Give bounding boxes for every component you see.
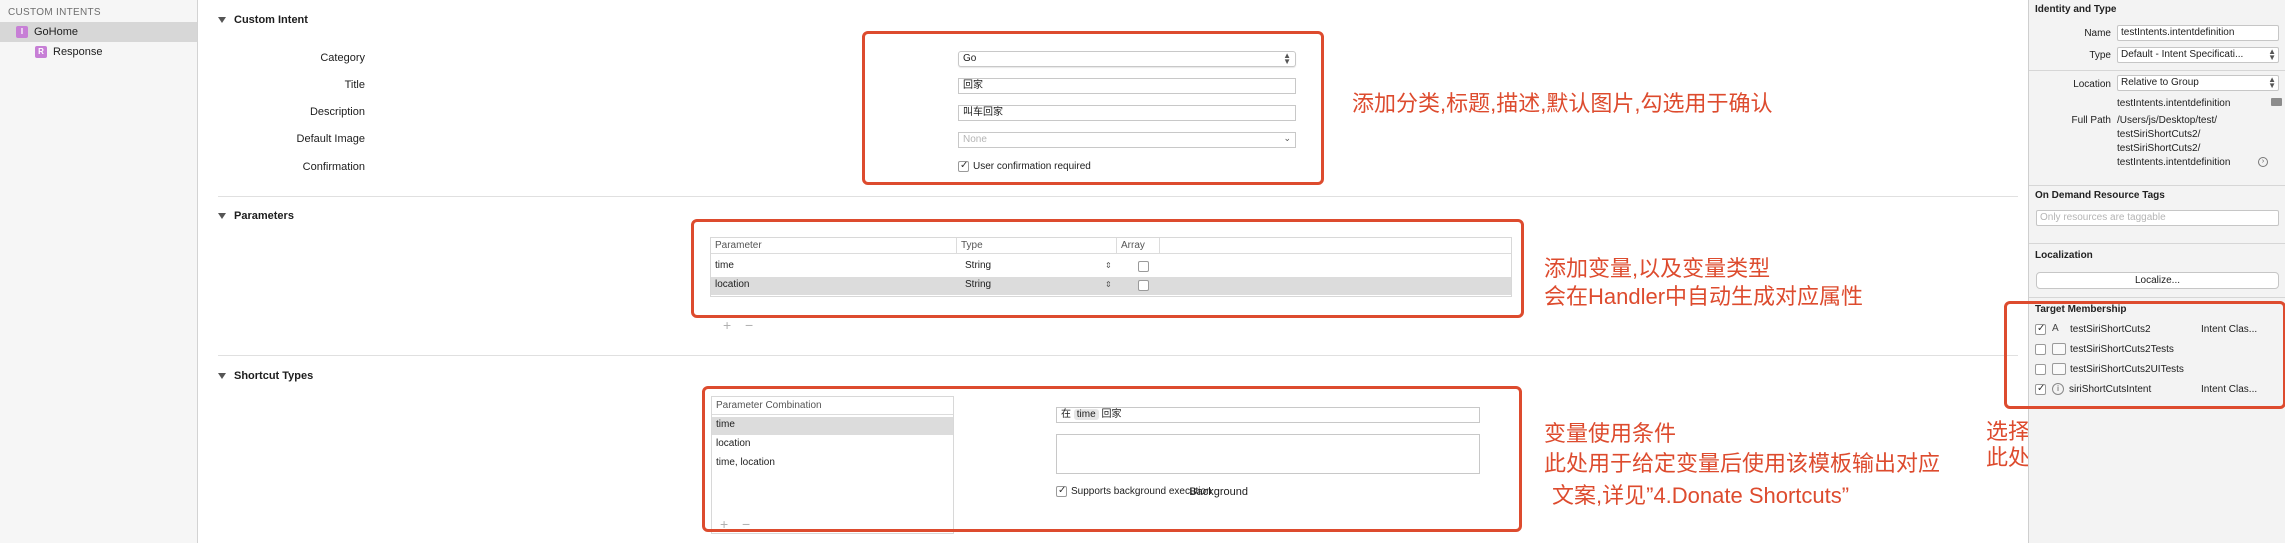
type-popup[interactable]: Default - Intent Specificati... ▲ ▼ [2117,47,2279,63]
response-icon: R [35,46,47,58]
navigator-item-label: GoHome [34,26,79,38]
location-file-name: testIntents.intentdefinition [2117,98,2231,109]
target-membership-annotation-box [2004,301,2285,409]
shortcut-types-header[interactable]: Shortcut Types [218,370,313,382]
location-label: Location [2073,79,2111,90]
identity-and-type-title: Identity and Type [2035,4,2117,15]
inspector-divider [2029,243,2285,244]
shortcut-annotation-line1: 变量使用条件 [1544,421,1677,446]
description-label: Description [309,106,365,118]
name-label: Name [2084,28,2111,39]
inspector-divider [2029,70,2285,71]
full-path-line: /Users/js/Desktop/test/ [2117,115,2218,126]
add-parameter-button[interactable]: + [723,317,731,333]
project-navigator: CUSTOM INTENTS I GoHome R Response [0,0,198,543]
type-value: Default - Intent Specificati... [2121,49,2244,60]
full-path-line: testSiriShortCuts2/ [2117,129,2201,140]
folder-icon[interactable] [2271,98,2282,106]
type-label: Type [2089,50,2111,61]
odr-title: On Demand Resource Tags [2035,190,2165,201]
navigator-item-response[interactable]: R Response [0,42,197,62]
parameters-header[interactable]: Parameters [218,210,294,222]
name-field[interactable]: testIntents.intentdefinition [2117,25,2279,41]
popup-arrows-icon: ▲ ▼ [2268,75,2276,90]
section-title: Custom Intent [234,14,308,26]
intent-annotation-box [862,31,1324,185]
reveal-in-finder-icon[interactable]: › [2258,157,2268,167]
inspector-divider [2029,297,2285,298]
navigator-section-title: CUSTOM INTENTS [8,7,101,18]
intent-editor: Custom Intent Category Go ▲ ▼ Title 回家 De… [198,0,2250,543]
parameters-annotation-line1: 添加变量,以及变量类型 [1544,256,1771,281]
localization-title: Localization [2035,250,2093,261]
parameters-annotation-box [691,219,1524,318]
location-popup[interactable]: Relative to Group ▲ ▼ [2117,75,2279,91]
shortcut-annotation-line3: 文案,详见”4.Donate Shortcuts” [1552,483,1850,508]
default-image-label: Default Image [296,133,365,145]
odr-placeholder: Only resources are taggable [2040,212,2166,223]
intent-annotation-text: 添加分类,标题,描述,默认图片,勾选用于确认 [1352,91,1773,116]
disclosure-triangle-icon[interactable] [218,17,226,23]
category-label: Category [320,52,365,64]
section-divider [218,196,2018,197]
disclosure-triangle-icon[interactable] [218,373,226,379]
shortcut-annotation-line2: 此处用于给定变量后使用该模板输出对应 [1544,451,1941,476]
shortcut-types-annotation-box [702,386,1522,532]
inspector-divider [2029,185,2285,186]
file-inspector: Identity and Type Name testIntents.inten… [2004,0,2285,543]
section-title: Parameters [234,210,294,222]
popup-arrows-icon: ▲ ▼ [2268,47,2276,62]
confirmation-label: Confirmation [302,161,365,173]
navigator-item-gohome[interactable]: I GoHome [0,22,197,42]
remove-parameter-button[interactable]: − [745,317,753,333]
location-value: Relative to Group [2121,77,2199,88]
parameters-annotation-line2: 会在Handler中自动生成对应属性 [1544,284,1864,309]
full-path-label: Full Path [2071,115,2111,126]
intent-icon: I [16,26,28,38]
custom-intent-header[interactable]: Custom Intent [218,14,308,26]
title-label: Title [344,79,365,91]
localize-button[interactable]: Localize... [2036,272,2279,289]
full-path-line: testIntents.intentdefinition [2117,157,2231,168]
section-title: Shortcut Types [234,370,314,382]
disclosure-triangle-icon[interactable] [218,213,226,219]
navigator-item-label: Response [53,46,103,58]
odr-tags-field[interactable]: Only resources are taggable [2036,210,2279,226]
full-path-line: testSiriShortCuts2/ [2117,143,2201,154]
section-divider [218,355,2018,356]
